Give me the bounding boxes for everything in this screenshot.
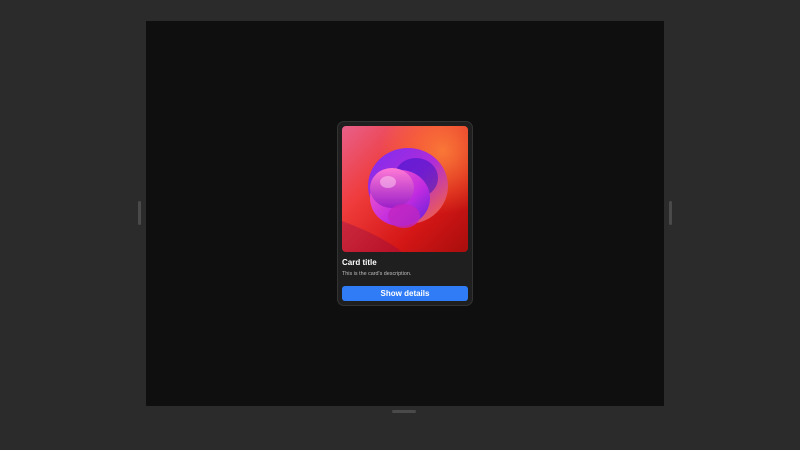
app-window: Card title This is the card's descriptio… [0,0,800,450]
left-resize-handle[interactable] [138,201,141,225]
show-details-button[interactable]: Show details [342,286,468,301]
abstract-shape-image [342,126,468,252]
card-title: Card title [342,258,377,267]
bottom-resize-handle[interactable] [392,410,416,413]
card: Card title This is the card's descriptio… [337,121,473,306]
right-resize-handle[interactable] [669,201,672,225]
card-description: This is the card's description. [342,271,412,277]
card-image [342,126,468,252]
